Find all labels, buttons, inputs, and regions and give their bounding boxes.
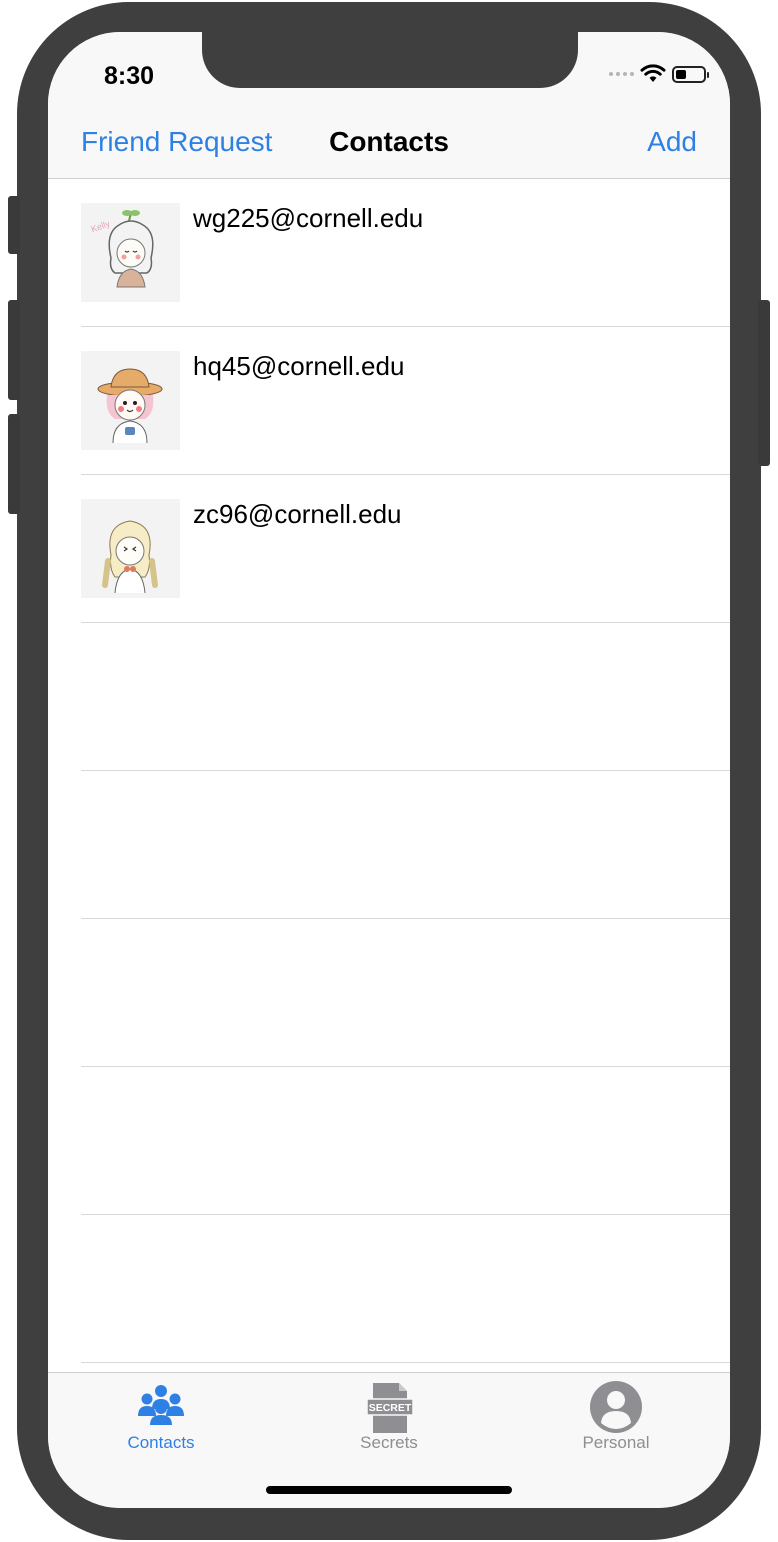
empty-row (48, 623, 730, 771)
empty-row (48, 919, 730, 1067)
power-button (758, 300, 770, 466)
contacts-group-icon (138, 1385, 184, 1425)
empty-row (48, 1215, 730, 1363)
status-icons (609, 62, 709, 86)
friend-request-button[interactable]: Friend Request (81, 126, 272, 158)
girl-hat-avatar (81, 351, 180, 450)
mute-switch (8, 196, 20, 254)
contacts-list: Kelly wg225@cornell.edu hq45@cornell.edu… (48, 179, 730, 1363)
volume-down-button (8, 414, 20, 514)
contact-row[interactable]: zc96@cornell.edu (48, 475, 730, 623)
add-button[interactable]: Add (647, 126, 697, 158)
home-indicator (266, 1486, 512, 1494)
screen: Contacts Friend Request Add 8:30 Kelly w… (48, 32, 730, 1508)
secret-badge-text: SECRET (369, 1402, 412, 1414)
wifi-icon (640, 64, 666, 82)
svg-text:Kelly: Kelly (90, 218, 112, 234)
tab-contacts-label: Contacts (127, 1433, 195, 1452)
contact-email: wg225@cornell.edu (193, 203, 424, 233)
tab-contacts[interactable]: Contacts (81, 1373, 241, 1463)
volume-up-button (8, 300, 20, 400)
person-circle-icon (590, 1381, 642, 1433)
empty-row (48, 771, 730, 919)
contact-row[interactable]: hq45@cornell.edu (48, 327, 730, 475)
contact-row[interactable]: Kelly wg225@cornell.edu (48, 179, 730, 327)
tab-secrets[interactable]: SECRET Secrets (309, 1373, 469, 1463)
battery-icon (672, 65, 709, 83)
tab-personal-label: Personal (582, 1433, 650, 1452)
signal-icon (609, 72, 634, 76)
secret-document-icon: SECRET (366, 1383, 414, 1433)
status-time: 8:30 (104, 62, 155, 90)
row-separator (81, 1362, 730, 1363)
contact-email: zc96@cornell.edu (193, 499, 402, 529)
girl-braids-avatar (81, 499, 180, 598)
tab-personal[interactable]: Personal (536, 1373, 696, 1463)
contact-email: hq45@cornell.edu (193, 351, 405, 381)
empty-row (48, 1067, 730, 1215)
tab-secrets-label: Secrets (360, 1433, 418, 1452)
notch (202, 32, 578, 88)
girl-sprout-avatar: Kelly (81, 203, 180, 302)
